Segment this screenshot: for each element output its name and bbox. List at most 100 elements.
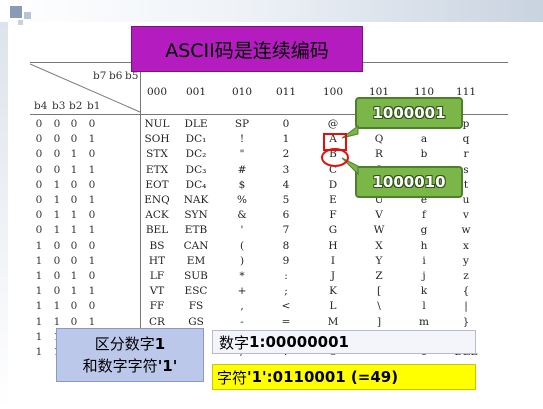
row-bit: 1 bbox=[88, 133, 96, 146]
table-cell: \ bbox=[377, 300, 381, 313]
row-bit: 1 bbox=[35, 254, 43, 267]
table-cell: 9 bbox=[282, 254, 290, 267]
table-cell: 6 bbox=[282, 209, 290, 222]
table-cell: & bbox=[237, 209, 247, 222]
table-cell: STX bbox=[146, 148, 168, 161]
row-bit: 0 bbox=[70, 300, 78, 313]
table-cell: h bbox=[420, 239, 428, 252]
row-bit: 1 bbox=[70, 163, 78, 176]
table-cell: DLE bbox=[184, 118, 208, 130]
table-cell: $ bbox=[238, 178, 246, 191]
table-cell: a bbox=[420, 133, 428, 146]
row-bit: 0 bbox=[35, 148, 43, 161]
row-bit: 0 bbox=[70, 315, 78, 328]
row-bit: 1 bbox=[35, 300, 43, 313]
row-bit: 0 bbox=[88, 178, 96, 191]
highlight-oval-b bbox=[321, 148, 349, 167]
table-cell: Z bbox=[375, 270, 383, 282]
table-cell: K bbox=[329, 285, 337, 298]
row-bit: 1 bbox=[35, 270, 43, 282]
row-bit: 1 bbox=[35, 330, 43, 343]
row-bit: 0 bbox=[35, 118, 43, 130]
row-bit: 1 bbox=[88, 315, 96, 328]
row-bit: 0 bbox=[35, 178, 43, 191]
table-cell: DC₄ bbox=[185, 178, 207, 191]
table-cell: + bbox=[237, 285, 247, 298]
table-cell: ENQ bbox=[144, 194, 170, 206]
table-cell: ) bbox=[239, 254, 245, 267]
top-decor-band bbox=[0, 0, 543, 22]
table-cell: [ bbox=[376, 285, 382, 298]
row-bit: 0 bbox=[35, 163, 43, 176]
table-cell: EM bbox=[186, 254, 206, 267]
row-bit: 0 bbox=[53, 118, 61, 130]
table-cell: w bbox=[461, 224, 471, 237]
table-cell: ACK bbox=[145, 209, 169, 222]
table-cell: Y bbox=[375, 254, 383, 267]
page-title: ASCII码是连续编码 bbox=[131, 26, 363, 72]
row-bit: 1 bbox=[53, 315, 61, 328]
table-cell: FF bbox=[149, 300, 165, 313]
table-cell: : bbox=[284, 270, 288, 282]
table-cell: r bbox=[463, 148, 469, 161]
header-bit-top: b7 bbox=[93, 70, 107, 82]
table-cell: X bbox=[375, 239, 383, 252]
table-cell: CR bbox=[149, 315, 165, 328]
row-bit: 1 bbox=[70, 148, 78, 161]
table-cell: LF bbox=[149, 270, 165, 282]
row-bit: 0 bbox=[70, 118, 78, 130]
row-bit: 1 bbox=[88, 224, 96, 237]
table-cell: = bbox=[281, 315, 291, 328]
row-bit: 0 bbox=[53, 285, 61, 298]
row-bit: 0 bbox=[88, 300, 96, 313]
column-code: 011 bbox=[275, 86, 297, 98]
note-distinguish-line2: 和数字字符'1' bbox=[82, 357, 178, 375]
table-cell: W bbox=[373, 224, 385, 237]
table-cell: " bbox=[239, 148, 245, 161]
table-cell: J bbox=[330, 270, 336, 282]
note-digit-code: 数字 1:00000001 bbox=[212, 330, 476, 354]
table-cell: I bbox=[330, 254, 336, 267]
column-code: 100 bbox=[322, 86, 344, 98]
left-decor-band bbox=[0, 22, 8, 409]
header-bit-top: b6 bbox=[109, 70, 123, 82]
note-char-code: 字符 '1':0110001 (=49) bbox=[212, 364, 476, 390]
table-cell: BS bbox=[149, 239, 165, 252]
table-cell: ; bbox=[284, 285, 288, 298]
table-cell: GS bbox=[188, 315, 204, 328]
row-bit: 1 bbox=[88, 194, 96, 206]
table-cell: * bbox=[239, 270, 245, 282]
table-cell: # bbox=[237, 163, 247, 176]
row-bit: 0 bbox=[53, 163, 61, 176]
table-cell: H bbox=[328, 239, 338, 252]
row-bit: 0 bbox=[53, 148, 61, 161]
row-bit: 0 bbox=[88, 209, 96, 222]
table-cell: < bbox=[281, 300, 291, 313]
table-cell: 2 bbox=[282, 148, 290, 161]
table-cell: v bbox=[463, 209, 469, 222]
table-cell: ] bbox=[376, 315, 382, 328]
table-cell: NUL bbox=[144, 118, 170, 130]
table-cell: | bbox=[464, 300, 468, 313]
table-cell: z bbox=[463, 270, 469, 282]
row-bit: 0 bbox=[35, 133, 43, 146]
table-cell: f bbox=[422, 209, 426, 222]
table-cell: VT bbox=[149, 285, 165, 298]
row-bit: 0 bbox=[35, 194, 43, 206]
row-bit: 1 bbox=[53, 194, 61, 206]
row-bit: 0 bbox=[70, 239, 78, 252]
row-bit: 0 bbox=[88, 239, 96, 252]
table-cell: y bbox=[463, 254, 469, 267]
table-cell: x bbox=[463, 239, 469, 252]
header-bit-left: b1 bbox=[87, 100, 101, 112]
row-bit: 0 bbox=[70, 194, 78, 206]
callout-code-a: 1000001 bbox=[355, 97, 463, 129]
row-bit: 0 bbox=[53, 239, 61, 252]
row-bit: 1 bbox=[53, 178, 61, 191]
table-cell: 0 bbox=[282, 118, 290, 130]
callout-code-b: 1000010 bbox=[355, 166, 463, 198]
table-cell: ( bbox=[239, 239, 245, 252]
table-cell: FS bbox=[188, 300, 204, 313]
row-bit: 0 bbox=[70, 254, 78, 267]
table-cell: E bbox=[329, 194, 337, 206]
